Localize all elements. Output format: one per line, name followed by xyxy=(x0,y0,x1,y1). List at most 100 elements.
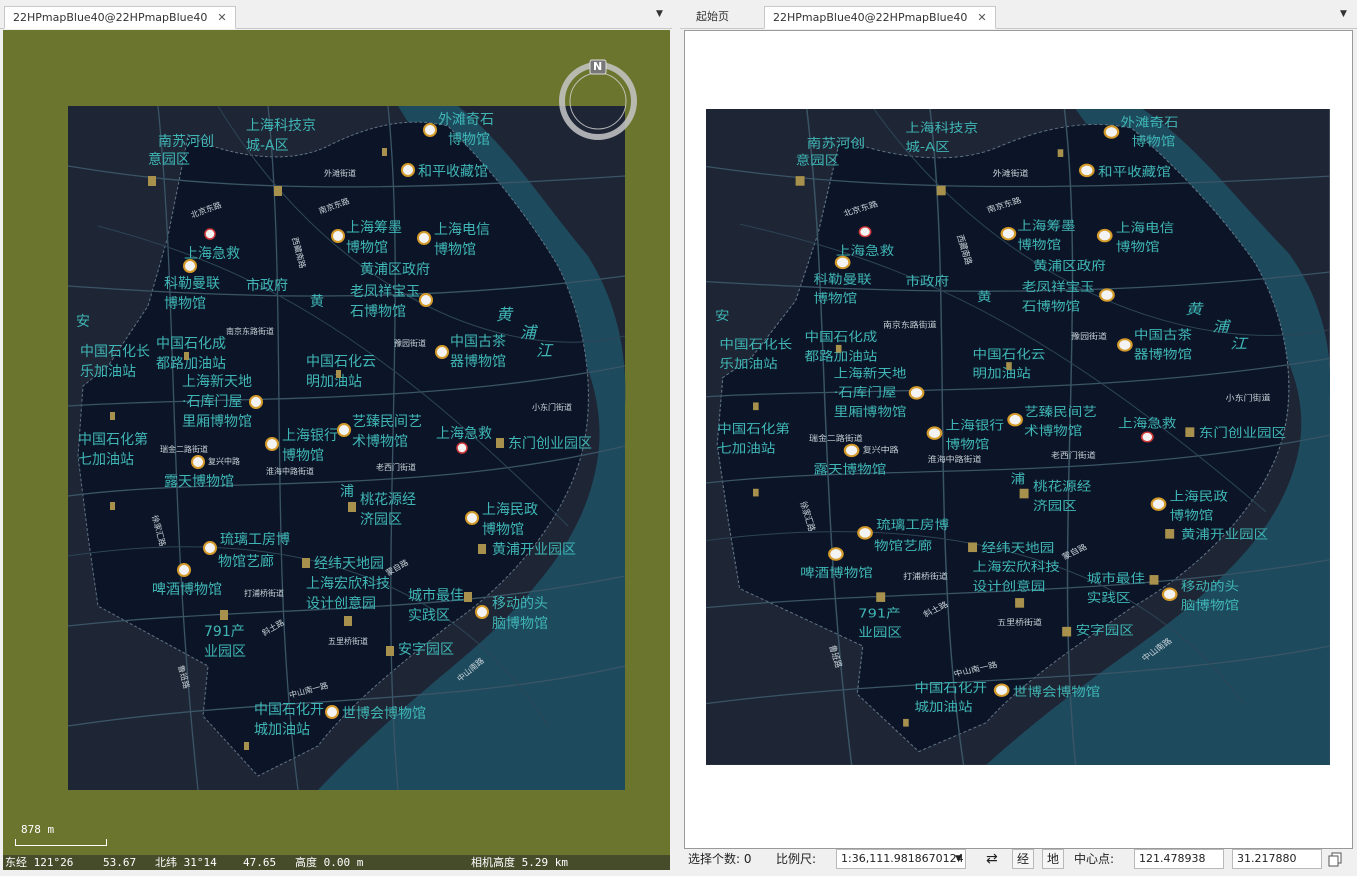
gas-station-icon[interactable] xyxy=(835,344,842,353)
chevron-down-icon[interactable]: ▼ xyxy=(955,850,962,868)
tab-start-page[interactable]: 起始页 xyxy=(688,6,737,27)
building-icon[interactable] xyxy=(968,542,978,553)
building-icon[interactable] xyxy=(220,610,228,620)
gas-station-icon[interactable] xyxy=(903,718,909,727)
museum-icon[interactable] xyxy=(1103,125,1120,139)
building-icon[interactable] xyxy=(1062,626,1072,637)
gas-station-icon[interactable] xyxy=(1006,362,1012,370)
building-icon[interactable] xyxy=(274,186,282,196)
building-icon[interactable] xyxy=(876,592,886,602)
building-icon[interactable] xyxy=(348,502,356,512)
gas-station-icon[interactable] xyxy=(382,148,387,156)
museum-icon[interactable] xyxy=(926,426,943,440)
map-statusbar: 选择个数: 0 比例尺: 1:36,111.9818670124 ▼ ⇄ 经 地… xyxy=(684,849,1357,871)
chevron-down-icon[interactable]: ▼ xyxy=(656,9,663,19)
gas-station-icon[interactable] xyxy=(753,488,759,497)
building-icon[interactable] xyxy=(464,592,472,602)
map-canvas-right[interactable]: 南苏河创 意园区 上海科技京 城-A区 外滩奇石 博物馆 和平收藏馆 上海筹墨 … xyxy=(706,109,1330,765)
hospital-icon[interactable] xyxy=(1140,431,1154,443)
museum-icon[interactable] xyxy=(1161,587,1178,601)
hospital-icon[interactable] xyxy=(456,442,468,454)
map-label: 术博物馆 xyxy=(1024,423,1082,439)
swap-icon[interactable]: ⇄ xyxy=(986,849,998,869)
museum-icon[interactable] xyxy=(331,229,345,243)
museum-icon[interactable] xyxy=(417,231,431,245)
close-icon[interactable]: ✕ xyxy=(217,11,226,24)
gas-station-icon[interactable] xyxy=(753,402,759,411)
gas-station-icon[interactable] xyxy=(110,412,115,420)
building-icon[interactable] xyxy=(795,176,805,186)
museum-icon[interactable] xyxy=(828,547,844,561)
museum-icon[interactable] xyxy=(435,345,449,359)
building-icon[interactable] xyxy=(386,646,394,656)
scene-map-view[interactable]: 南苏河创 意园区 上海科技京 城-A区 外滩奇石 博物馆 和平收藏馆 上海筹墨 … xyxy=(3,30,670,870)
map-label: 和平收藏馆 xyxy=(418,164,488,180)
2d-map-view[interactable]: 南苏河创 意园区 上海科技京 城-A区 外滩奇石 博物馆 和平收藏馆 上海筹墨 … xyxy=(684,30,1353,849)
museum-icon[interactable] xyxy=(177,563,191,577)
museum-icon[interactable] xyxy=(191,455,205,469)
museum-icon[interactable] xyxy=(857,526,873,540)
museum-icon[interactable] xyxy=(325,705,339,719)
building-icon[interactable] xyxy=(148,176,156,186)
building-icon[interactable] xyxy=(1019,488,1029,499)
hospital-icon[interactable] xyxy=(204,228,216,240)
map-label: 中国石化开 xyxy=(254,702,324,718)
compass[interactable]: N xyxy=(555,58,641,144)
gas-station-icon[interactable] xyxy=(184,352,189,360)
museum-icon[interactable] xyxy=(993,683,1010,697)
map-label: 明加油站 xyxy=(973,366,1031,381)
museum-icon[interactable] xyxy=(337,423,351,437)
building-icon[interactable] xyxy=(478,544,486,554)
building-icon[interactable] xyxy=(936,185,946,196)
museum-icon[interactable] xyxy=(1150,497,1167,511)
museum-icon[interactable] xyxy=(1007,413,1023,427)
museum-icon[interactable] xyxy=(1096,228,1113,243)
map-canvas-left[interactable]: 南苏河创 意园区 上海科技京 城-A区 外滩奇石 博物馆 和平收藏馆 上海筹墨 … xyxy=(3,30,670,870)
copy-icon[interactable] xyxy=(1328,849,1344,869)
museum-icon[interactable] xyxy=(419,293,433,307)
museum-icon[interactable] xyxy=(265,437,279,451)
building-icon[interactable] xyxy=(1185,427,1195,437)
museum-icon[interactable] xyxy=(475,605,489,619)
building-icon[interactable] xyxy=(302,558,310,568)
hospital-icon[interactable] xyxy=(858,226,872,238)
gas-station-icon[interactable] xyxy=(244,742,249,750)
museum-icon[interactable] xyxy=(249,395,263,409)
map-button[interactable]: 地 xyxy=(1042,849,1064,869)
museum-icon[interactable] xyxy=(401,163,415,177)
museum-icon[interactable] xyxy=(203,541,217,555)
scale-select[interactable]: 1:36,111.9818670124 ▼ xyxy=(836,849,966,869)
gas-station-icon[interactable] xyxy=(336,370,341,378)
building-icon[interactable] xyxy=(496,438,504,448)
museum-icon[interactable] xyxy=(843,443,860,458)
center-y-value: 31.217880 xyxy=(1237,852,1297,865)
center-x-field[interactable]: 121.478938 xyxy=(1134,849,1224,869)
close-icon[interactable]: ✕ xyxy=(977,11,986,24)
museum-icon[interactable] xyxy=(1099,288,1115,302)
map-label: 物馆艺廊 xyxy=(218,553,274,570)
gas-station-icon[interactable] xyxy=(110,502,115,510)
building-icon[interactable] xyxy=(1149,575,1159,585)
street-label: 瑞金二路街道 xyxy=(160,444,208,454)
museum-icon[interactable] xyxy=(423,123,437,137)
museum-icon[interactable] xyxy=(834,255,851,270)
gas-station-icon[interactable] xyxy=(1057,149,1064,157)
chevron-down-icon[interactable]: ▼ xyxy=(1340,9,1347,19)
longitude-button[interactable]: 经 xyxy=(1012,849,1034,869)
building-icon[interactable] xyxy=(1165,529,1175,539)
museum-icon[interactable] xyxy=(1078,163,1095,178)
map-label: 济园区 xyxy=(1033,499,1077,514)
map-label: 脑博物馆 xyxy=(1181,598,1239,614)
map-label: 艺臻民间艺 xyxy=(352,414,422,430)
longitude-label: 东经 121°26 xyxy=(5,856,74,869)
museum-icon[interactable] xyxy=(1000,226,1017,241)
museum-icon[interactable] xyxy=(183,259,197,273)
building-icon[interactable] xyxy=(1015,598,1025,608)
tab-22hpmap-right[interactable]: 22HPmapBlue40@22HPmapBlue40 ✕ xyxy=(764,6,996,29)
tab-22hpmap-left[interactable]: 22HPmapBlue40@22HPmapBlue40 ✕ xyxy=(4,6,236,29)
center-y-field[interactable]: 31.217880 xyxy=(1232,849,1322,869)
building-icon[interactable] xyxy=(344,616,352,626)
museum-icon[interactable] xyxy=(908,386,925,400)
museum-icon[interactable] xyxy=(1117,338,1133,352)
museum-icon[interactable] xyxy=(465,511,479,525)
